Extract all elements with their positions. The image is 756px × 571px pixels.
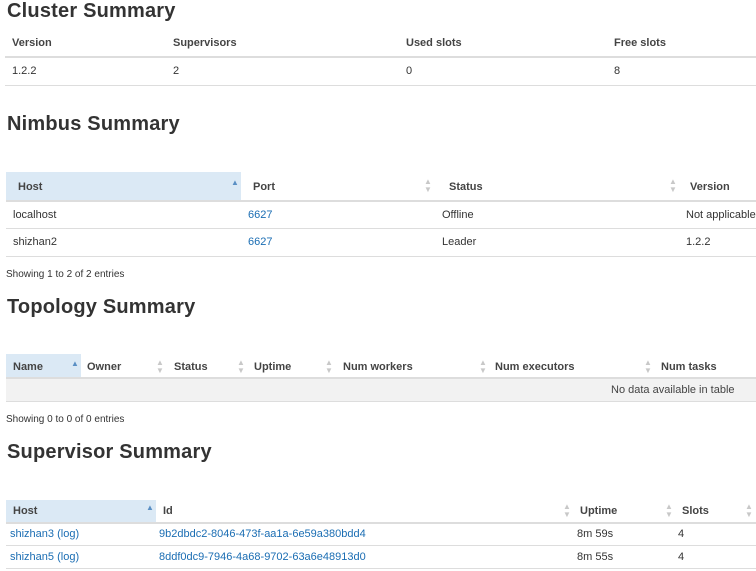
supervisor-uptime-cell: 8m 55s	[577, 551, 614, 563]
sort-both-icon[interactable]: ▲ ▼	[745, 503, 753, 519]
supervisor-slots-cell: 4	[678, 551, 685, 563]
supervisor-id-link[interactable]: 9b2dbdc2-8046-473f-aa1a-6e59a380bdd4	[159, 528, 366, 540]
topology-table-info: Showing 0 to 0 of 0 entries	[6, 414, 125, 425]
supervisor-log-link[interactable]: (log)	[57, 551, 79, 563]
supervisor-header-uptime[interactable]: Uptime	[580, 505, 617, 517]
nimbus-host-cell: localhost	[13, 209, 57, 221]
supervisor-header-id[interactable]: Id	[163, 505, 173, 517]
sort-both-icon[interactable]: ▲ ▼	[424, 178, 432, 194]
supervisor-header-slots[interactable]: Slots	[682, 505, 709, 517]
sort-both-icon[interactable]: ▲ ▼	[325, 359, 333, 375]
supervisor-id-link[interactable]: 8ddf0dc9-7946-4a68-9702-63a6e48913d0	[159, 551, 366, 563]
topology-header-num-executors[interactable]: Num executors	[495, 361, 574, 373]
sort-both-icon[interactable]: ▲ ▼	[479, 359, 487, 375]
cluster-summary-title: Cluster Summary	[7, 0, 176, 22]
supervisor-row-divider	[6, 568, 756, 569]
nimbus-summary-title: Nimbus Summary	[7, 113, 180, 135]
supervisor-header-host[interactable]: Host	[13, 505, 37, 517]
sort-asc-icon[interactable]: ▲	[146, 504, 154, 512]
cluster-header-version: Version	[12, 37, 52, 49]
supervisor-summary-title: Supervisor Summary	[7, 441, 212, 463]
sort-both-icon[interactable]: ▲ ▼	[563, 503, 571, 519]
supervisor-host-link[interactable]: shizhan5	[10, 551, 54, 563]
nimbus-header-port[interactable]: Port	[253, 181, 275, 193]
sort-both-icon[interactable]: ▲ ▼	[665, 503, 673, 519]
nimbus-row-divider	[6, 256, 756, 257]
nimbus-table-info: Showing 1 to 2 of 2 entries	[6, 269, 125, 280]
supervisor-host-cell: shizhan5 (log)	[10, 551, 79, 563]
nimbus-port-link[interactable]: 6627	[248, 236, 272, 248]
topology-header-status[interactable]: Status	[174, 361, 208, 373]
supervisor-log-link[interactable]: (log)	[57, 528, 79, 540]
nimbus-row-divider	[6, 228, 756, 229]
sort-asc-icon[interactable]: ▲	[71, 360, 79, 368]
cluster-row-divider	[5, 85, 756, 86]
cluster-free-slots-value: 8	[614, 65, 621, 77]
topology-header-owner[interactable]: Owner	[87, 361, 121, 373]
cluster-version-value: 1.2.2	[12, 65, 37, 77]
topology-header-uptime[interactable]: Uptime	[254, 361, 291, 373]
topology-summary-title: Topology Summary	[7, 296, 196, 318]
nimbus-status-cell: Offline	[442, 209, 474, 221]
nimbus-header-divider	[6, 200, 756, 202]
sort-asc-icon[interactable]: ▲	[231, 179, 239, 187]
nimbus-header-version[interactable]: Version	[690, 181, 730, 193]
sort-both-icon[interactable]: ▲ ▼	[237, 359, 245, 375]
topology-empty-message: No data available in table	[611, 384, 735, 396]
supervisor-uptime-cell: 8m 59s	[577, 528, 614, 540]
supervisor-header-divider	[6, 522, 756, 524]
sort-both-icon[interactable]: ▲ ▼	[669, 178, 677, 194]
nimbus-port-link[interactable]: 6627	[248, 209, 272, 221]
cluster-header-free-slots: Free slots	[614, 37, 666, 49]
supervisor-slots-cell: 4	[678, 528, 685, 540]
supervisor-row-divider	[6, 545, 756, 546]
nimbus-status-cell: Leader	[442, 236, 477, 248]
sort-both-icon[interactable]: ▲ ▼	[156, 359, 164, 375]
nimbus-host-cell: shizhan2	[13, 236, 58, 248]
nimbus-header-status[interactable]: Status	[449, 181, 483, 193]
topology-header-num-workers[interactable]: Num workers	[343, 361, 413, 373]
topology-row-divider	[6, 401, 756, 402]
topology-header-num-tasks[interactable]: Num tasks	[661, 361, 717, 373]
cluster-header-supervisors: Supervisors	[173, 37, 237, 49]
sort-both-icon[interactable]: ▲ ▼	[644, 359, 652, 375]
supervisor-host-cell: shizhan3 (log)	[10, 528, 79, 540]
nimbus-header-host[interactable]: Host	[18, 181, 42, 193]
supervisor-host-link[interactable]: shizhan3	[10, 528, 54, 540]
cluster-header-used-slots: Used slots	[406, 37, 462, 49]
topology-header-name[interactable]: Name	[13, 361, 43, 373]
nimbus-version-cell: 1.2.2	[686, 236, 711, 248]
cluster-used-slots-value: 0	[406, 65, 413, 77]
cluster-header-divider	[5, 56, 756, 58]
cluster-supervisors-value: 2	[173, 65, 180, 77]
nimbus-version-cell: Not applicable	[686, 209, 756, 221]
